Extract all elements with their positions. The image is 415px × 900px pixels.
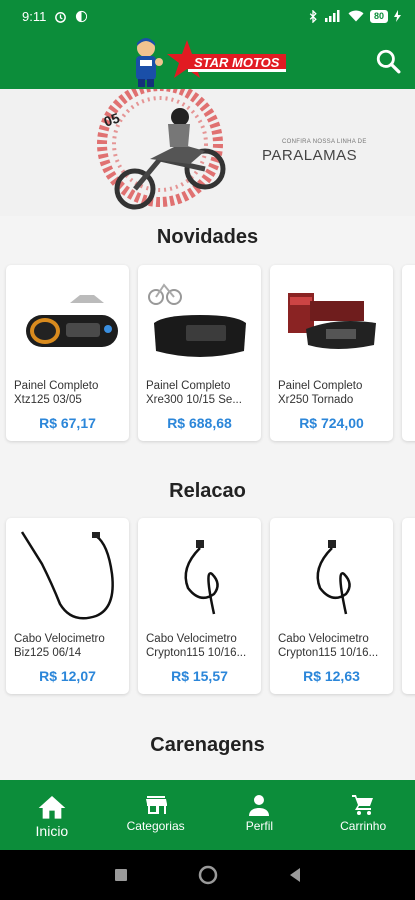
battery-indicator: 80 [369,9,388,23]
search-icon[interactable] [375,48,401,74]
star-motos-logo: STAR MOTOS [136,38,286,87]
nav-label: Carrinho [340,819,387,833]
recent-apps-icon[interactable] [114,868,128,882]
product-card-partial[interactable] [402,518,415,694]
product-name: Painel Completo Xre300 10/15 Se... [146,380,242,406]
wifi-icon [348,10,364,22]
app-bar: STAR MOTOS [0,32,415,89]
cart-icon [352,795,374,815]
signal-icon [324,10,340,22]
section-title-novidades: Novidades [156,226,259,248]
product-image [20,531,114,620]
bottom-navigation: Inicio Categorias Perfil Carrinho [0,780,415,850]
home-icon [38,796,66,819]
nav-label: Perfil [245,819,274,833]
product-card[interactable]: Painel Completo Xre300 10/15 Se... R$ 68… [138,265,261,441]
product-image [26,295,118,347]
app-notification-icon [76,10,88,22]
home-button-icon[interactable] [198,865,218,885]
product-card-partial[interactable] [402,265,415,441]
product-image [184,540,219,615]
brand-text: STAR MOTOS [194,55,280,70]
charging-icon [394,10,401,22]
product-price: R$ 688,68 [167,415,232,431]
nav-item-categorias[interactable]: Categorias [104,780,208,850]
nav-item-inicio[interactable]: Inicio [0,780,104,850]
banner-title: PARALAMAS [262,147,358,164]
product-name: Cabo Velocimetro Crypton115 10/16... [146,633,247,659]
product-name: Painel Completo Xr250 Tornado [278,380,363,406]
product-card[interactable]: Cabo Velocimetro Crypton115 10/16... R$ … [138,518,261,694]
product-price: R$ 724,00 [299,415,364,431]
section-title-carenagens: Carenagens [150,734,265,756]
section-title-relacao: Relacao [169,480,246,502]
bluetooth-icon [309,9,317,23]
product-price: R$ 67,17 [39,415,96,431]
product-image [288,293,376,349]
status-bar: 9:11 80 [0,0,415,32]
banner-subtext: CONFIRA NOSSA LINHA DE [282,139,367,145]
product-price: R$ 12,07 [39,668,96,684]
system-navigation-bar [0,850,415,900]
nav-label: Categorias [126,819,185,833]
product-row-novidades[interactable]: Painel Completo Xtz125 03/05 R$ 67,17 Pa… [6,265,415,441]
person-icon [249,795,270,816]
nav-item-perfil[interactable]: Perfil [208,780,312,850]
product-name: Cabo Velocimetro Crypton115 10/16... [278,633,379,659]
alarm-icon [55,11,67,23]
status-time: 9:11 [22,8,47,24]
store-icon [145,796,167,814]
nav-label: Inicio [35,823,69,839]
nav-item-carrinho[interactable]: Carrinho [311,780,415,850]
product-name: Painel Completo Xtz125 03/05 [14,380,99,406]
back-icon[interactable] [288,867,302,883]
product-card[interactable]: Cabo Velocimetro Biz125 06/14 R$ 12,07 [6,518,129,694]
product-name: Cabo Velocimetro Biz125 06/14 [14,633,105,659]
product-image [148,283,246,357]
product-row-relacao[interactable]: Cabo Velocimetro Biz125 06/14 R$ 12,07 C… [6,518,415,694]
promo-banner[interactable]: 05 CONFIRA NOSSA LINHA DE PARALAMAS [0,89,415,216]
product-price: R$ 12,63 [303,668,360,684]
product-card[interactable]: Painel Completo Xtz125 03/05 R$ 67,17 [6,265,129,441]
product-card[interactable]: Painel Completo Xr250 Tornado R$ 724,00 [270,265,393,441]
product-price: R$ 15,57 [171,668,228,684]
banner-motocross-graphic: 05 [97,89,226,210]
product-card[interactable]: Cabo Velocimetro Crypton115 10/16... R$ … [270,518,393,694]
product-image [316,540,351,615]
